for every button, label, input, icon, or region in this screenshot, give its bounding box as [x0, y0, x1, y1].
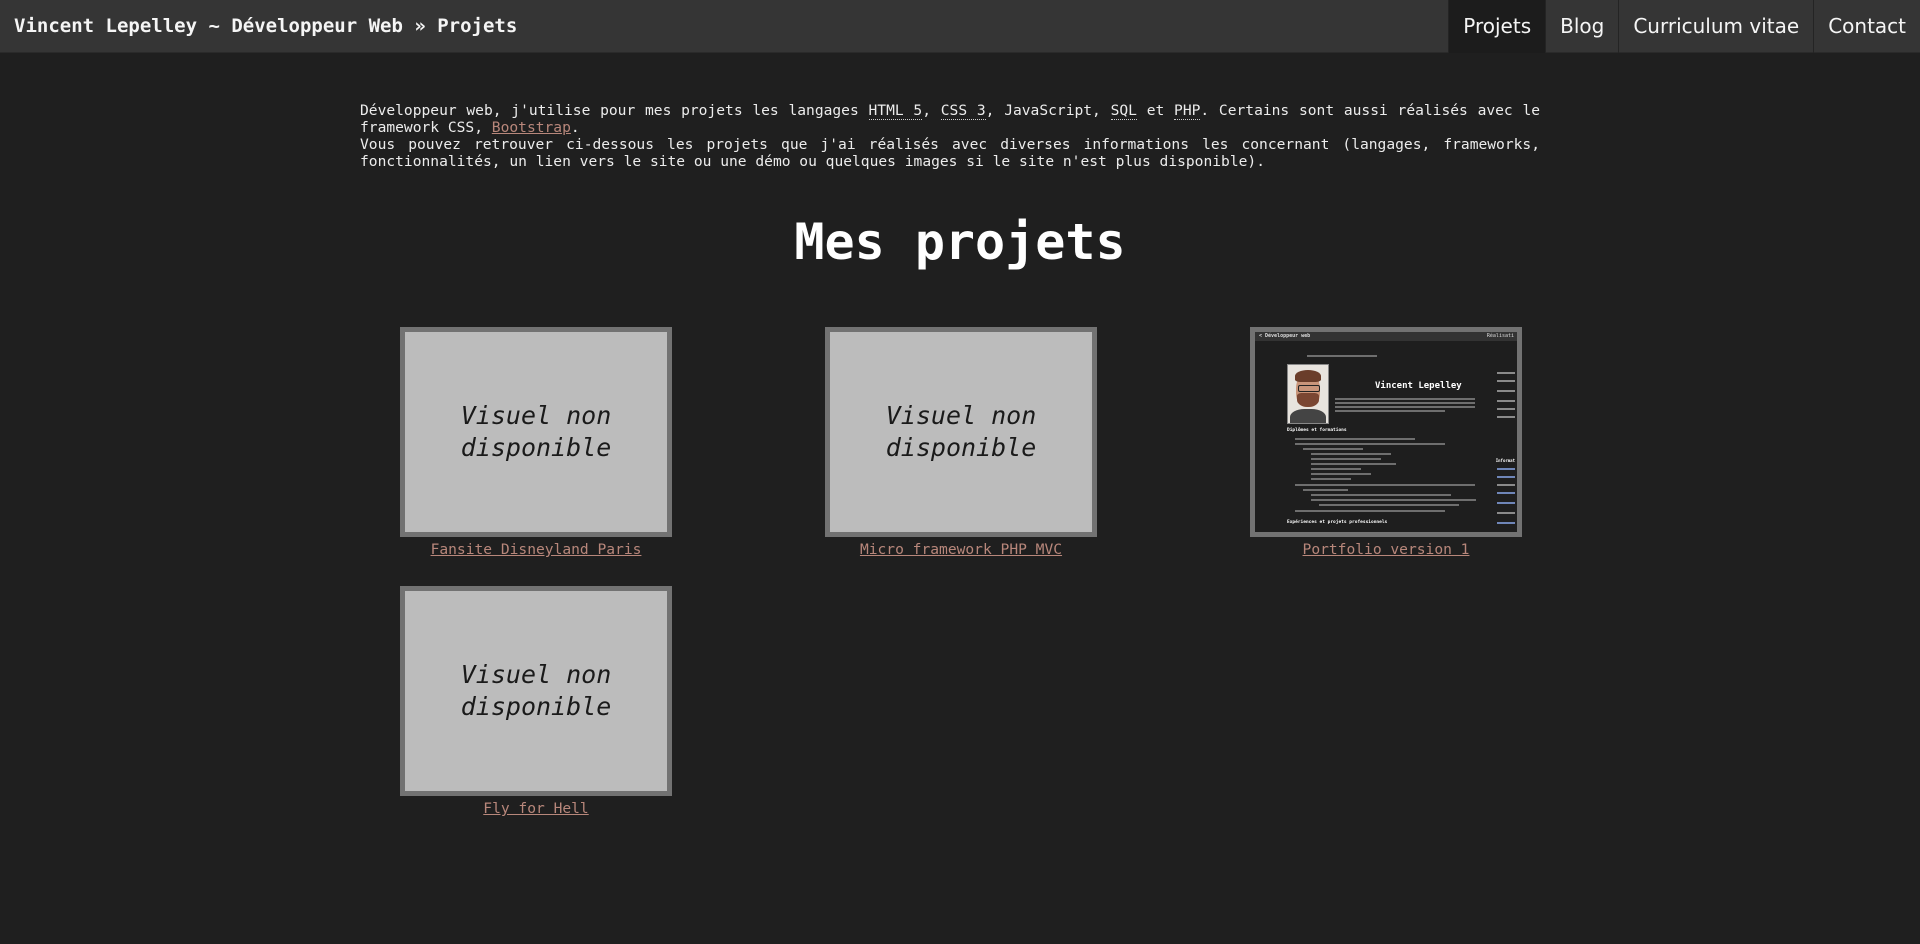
abbr-php: PHP [1174, 102, 1201, 120]
mini-side-bar [1497, 492, 1515, 494]
mini-text-line [1311, 499, 1476, 501]
mini-bar-right: Réalisati [1486, 333, 1514, 339]
abbr-html: HTML 5 [868, 102, 923, 120]
mini-text-line [1319, 504, 1459, 506]
mini-side-bar [1497, 522, 1515, 524]
photo-beard [1297, 393, 1319, 407]
intro-text-start: Développeur web, j'utilise pour mes proj… [360, 102, 869, 119]
mini-text-line [1303, 448, 1363, 450]
project-thumbnail[interactable]: Visuel non disponible [400, 327, 672, 537]
project-link[interactable]: Fansite Disneyland Paris [400, 541, 672, 559]
project-thumbnail[interactable]: < Développeur web Réalisati Vincent Lepe… [1250, 327, 1522, 537]
page-heading: Mes projets [794, 213, 1126, 271]
project-thumbnail[interactable]: Visuel non disponible [400, 586, 672, 796]
photo-hair [1295, 370, 1321, 382]
mini-name: Vincent Lepelley [1375, 381, 1462, 391]
mini-side-line [1497, 380, 1515, 382]
main-nav: Projets Blog Curriculum vitae Contact [1448, 0, 1920, 53]
photo-glasses [1298, 385, 1320, 392]
project-card: Visuel non disponible Fly for Hell [400, 586, 672, 818]
mini-text-line [1311, 468, 1361, 470]
mini-text-line [1295, 484, 1475, 486]
project-link[interactable]: Portfolio version 1 [1250, 541, 1522, 559]
intro-text: Développeur web, j'utilise pour mes proj… [360, 102, 1540, 170]
mini-side-bar [1497, 476, 1515, 478]
mini-side-line [1497, 372, 1515, 374]
nav-item-cv[interactable]: Curriculum vitae [1618, 0, 1813, 53]
project-card: Visuel non disponible Micro framework PH… [825, 327, 1097, 559]
top-bar: Vincent Lepelley ~ Développeur Web » Pro… [0, 0, 1920, 53]
mini-side-line [1497, 416, 1515, 418]
mini-bar-title: < Développeur web [1259, 333, 1311, 339]
mini-text-line [1335, 402, 1475, 404]
abbr-sql: SQL [1110, 102, 1137, 120]
intro-text-end: . [570, 119, 580, 136]
profile-photo [1287, 364, 1329, 424]
mini-side-line [1497, 512, 1515, 514]
mini-text-line [1295, 438, 1415, 440]
portfolio-screenshot: < Développeur web Réalisati Vincent Lepe… [1255, 332, 1517, 532]
mini-text-line [1311, 463, 1396, 465]
mini-text-line [1335, 406, 1475, 408]
intro-paragraph-2: Vous pouvez retrouver ci-dessous les pro… [360, 136, 1540, 170]
mini-section-2: Expériences et projets professionnels [1287, 520, 1388, 525]
placeholder-text: Visuel non disponible [460, 660, 612, 721]
mini-text-line [1311, 494, 1451, 496]
project-link[interactable]: Fly for Hell [400, 800, 672, 818]
mini-text-line [1311, 453, 1391, 455]
mini-text-line [1311, 458, 1381, 460]
project-card: < Développeur web Réalisati Vincent Lepe… [1250, 327, 1522, 559]
mini-text-line [1335, 398, 1475, 400]
mini-side-line [1497, 484, 1515, 486]
mini-side-bar [1497, 468, 1515, 470]
mini-text-line [1303, 489, 1348, 491]
mini-side-title: Informat [1495, 458, 1515, 463]
mini-text-line [1311, 473, 1371, 475]
intro-sep-1: , [922, 102, 941, 119]
bootstrap-link[interactable]: Bootstrap [492, 119, 571, 136]
project-card: Visuel non disponible Fansite Disneyland… [400, 327, 672, 559]
mini-text-line [1307, 355, 1377, 357]
project-link[interactable]: Micro framework PHP MVC [825, 541, 1097, 559]
abbr-css: CSS 3 [940, 102, 986, 120]
placeholder-text: Visuel non disponible [885, 401, 1037, 462]
mini-side-line [1497, 408, 1515, 410]
nav-item-blog[interactable]: Blog [1545, 0, 1618, 53]
placeholder-text: Visuel non disponible [460, 401, 612, 462]
mini-side-line [1497, 390, 1515, 392]
nav-item-contact[interactable]: Contact [1813, 0, 1920, 53]
mini-text-line [1295, 443, 1445, 445]
photo-shirt [1290, 409, 1326, 423]
mini-top-bar: < Développeur web Réalisati [1255, 332, 1517, 341]
mini-side-bar [1497, 502, 1515, 504]
site-title[interactable]: Vincent Lepelley ~ Développeur Web » Pro… [14, 0, 517, 53]
nav-item-projets[interactable]: Projets [1448, 0, 1546, 53]
mini-text-line [1311, 478, 1351, 480]
intro-paragraph-1: Développeur web, j'utilise pour mes proj… [360, 102, 1540, 136]
mini-text-line [1335, 410, 1445, 412]
mini-section-1: Diplômes et formations [1287, 428, 1347, 433]
mini-side-line [1497, 400, 1515, 402]
mini-text-line [1295, 510, 1445, 512]
intro-sep-3: et [1136, 102, 1175, 119]
project-thumbnail[interactable]: Visuel non disponible [825, 327, 1097, 537]
intro-sep-2: , JavaScript, [985, 102, 1111, 119]
